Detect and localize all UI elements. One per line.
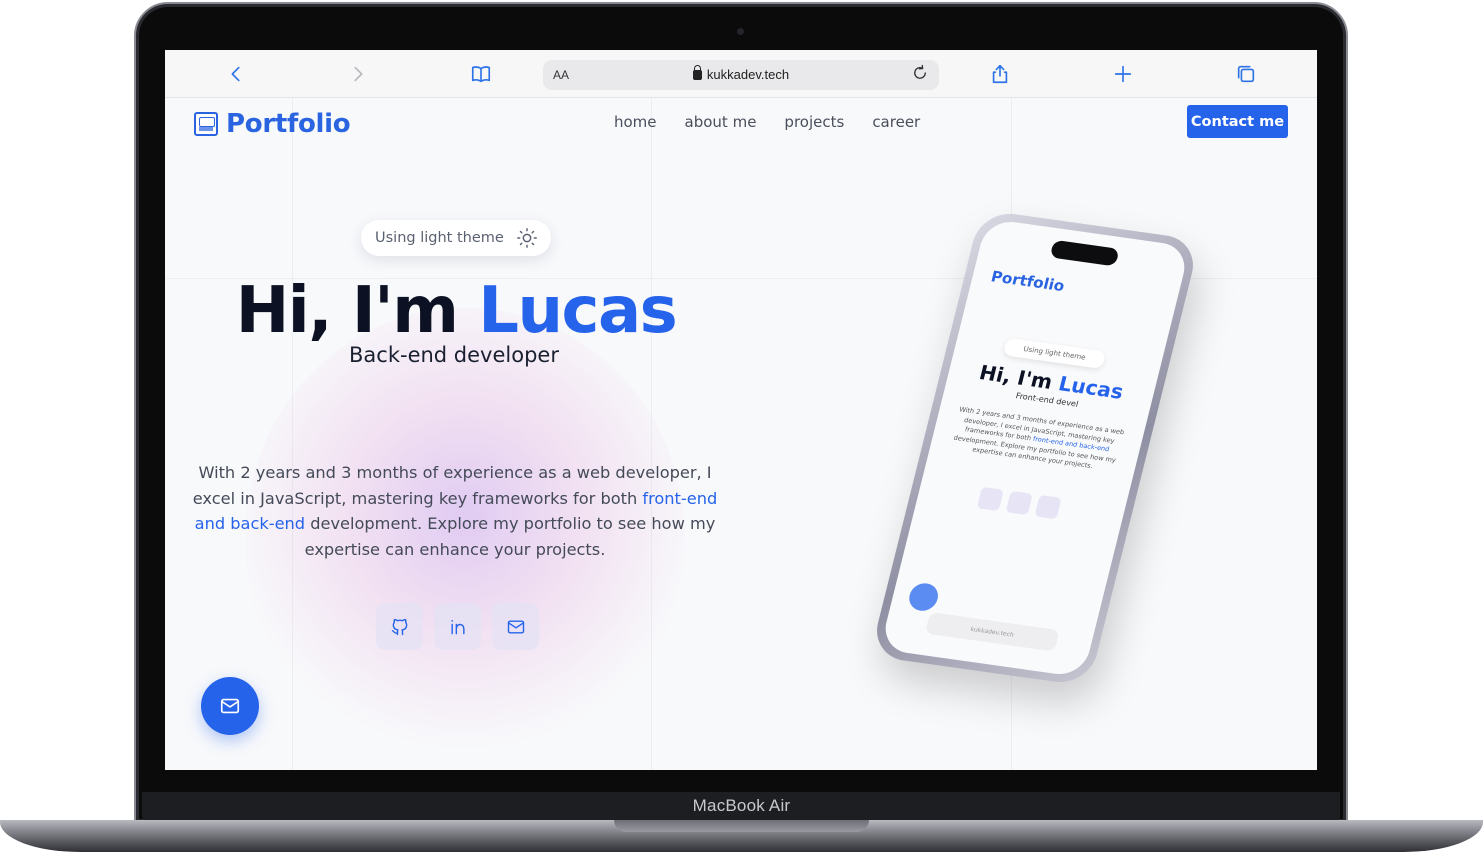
social-links — [376, 603, 539, 650]
bio-text-1: With 2 years and 3 months of experience … — [192, 463, 712, 508]
phone-github-icon — [976, 486, 1004, 512]
nav-career[interactable]: career — [872, 113, 920, 131]
camera-dot — [737, 28, 744, 35]
hero-role: Back-end developer — [349, 343, 559, 367]
back-chevron-icon[interactable] — [224, 62, 248, 86]
dynamic-island — [1049, 239, 1120, 267]
phone-floating-mail-icon — [906, 581, 941, 613]
bio-text-2: development. Explore my portfolio to see… — [304, 514, 716, 559]
phone-linkedin-icon — [1005, 490, 1033, 516]
address-bar[interactable]: AA kukkadev.tech — [543, 60, 939, 90]
model-label: MacBook Air — [692, 796, 791, 815]
nav-home[interactable]: home — [614, 113, 657, 131]
linkedin-link[interactable] — [434, 603, 481, 650]
theme-toggle[interactable]: Using light theme — [361, 220, 551, 256]
logo-text: Portfolio — [226, 109, 351, 139]
forward-chevron-icon[interactable] — [346, 62, 370, 86]
phone-address-bar: kukkadev.tech — [924, 612, 1060, 652]
hero-heading: Hi, I'm Lucas — [165, 274, 747, 348]
nav-about-me[interactable]: about me — [685, 113, 757, 131]
share-icon[interactable] — [988, 62, 1012, 86]
phone-screen: Portfolio Using light theme Hi, I'm Luca… — [879, 218, 1191, 678]
linkedin-icon — [450, 619, 465, 634]
mail-icon — [220, 698, 240, 714]
new-tab-icon[interactable] — [1111, 62, 1135, 86]
phone-social-links — [976, 486, 1062, 520]
hero-name: Lucas — [478, 274, 678, 348]
site-logo[interactable]: Portfolio — [194, 109, 351, 139]
browser-toolbar: AA kukkadev.tech — [165, 50, 1317, 98]
email-link[interactable] — [492, 603, 539, 650]
floating-mail-button[interactable] — [201, 677, 259, 735]
sun-icon — [516, 227, 538, 249]
reload-icon[interactable] — [911, 64, 931, 84]
phone-bio: With 2 years and 3 months of experience … — [946, 405, 1129, 475]
lock-icon — [692, 65, 702, 80]
main-nav: home about me projects career — [614, 113, 920, 131]
mail-icon — [507, 619, 524, 634]
url-text: kukkadev.tech — [706, 67, 790, 82]
contact-me-button[interactable]: Contact me — [1187, 105, 1288, 138]
github-link[interactable] — [376, 603, 423, 650]
laptop-mockup: AA kukkadev.tech Portfolio home about me… — [0, 0, 1483, 852]
theme-toggle-label: Using light theme — [375, 230, 504, 246]
logo-icon — [194, 112, 218, 136]
bio-paragraph: With 2 years and 3 months of experience … — [190, 460, 720, 562]
hero-greeting: Hi, I'm — [235, 274, 459, 348]
tabs-icon[interactable] — [1234, 62, 1258, 86]
laptop-screen: AA kukkadev.tech Portfolio home about me… — [165, 50, 1317, 770]
phone-mockup: Portfolio Using light theme Hi, I'm Luca… — [865, 188, 1201, 708]
phone-mail-icon — [1034, 494, 1062, 520]
phone-body: Portfolio Using light theme Hi, I'm Luca… — [869, 209, 1201, 687]
nav-projects[interactable]: projects — [784, 113, 844, 131]
portfolio-page: Portfolio home about me projects career … — [165, 98, 1317, 770]
laptop-opening-notch — [614, 820, 869, 832]
bookmarks-icon[interactable] — [469, 62, 493, 86]
github-icon — [391, 618, 407, 635]
phone-logo-text: Portfolio — [989, 267, 1067, 296]
